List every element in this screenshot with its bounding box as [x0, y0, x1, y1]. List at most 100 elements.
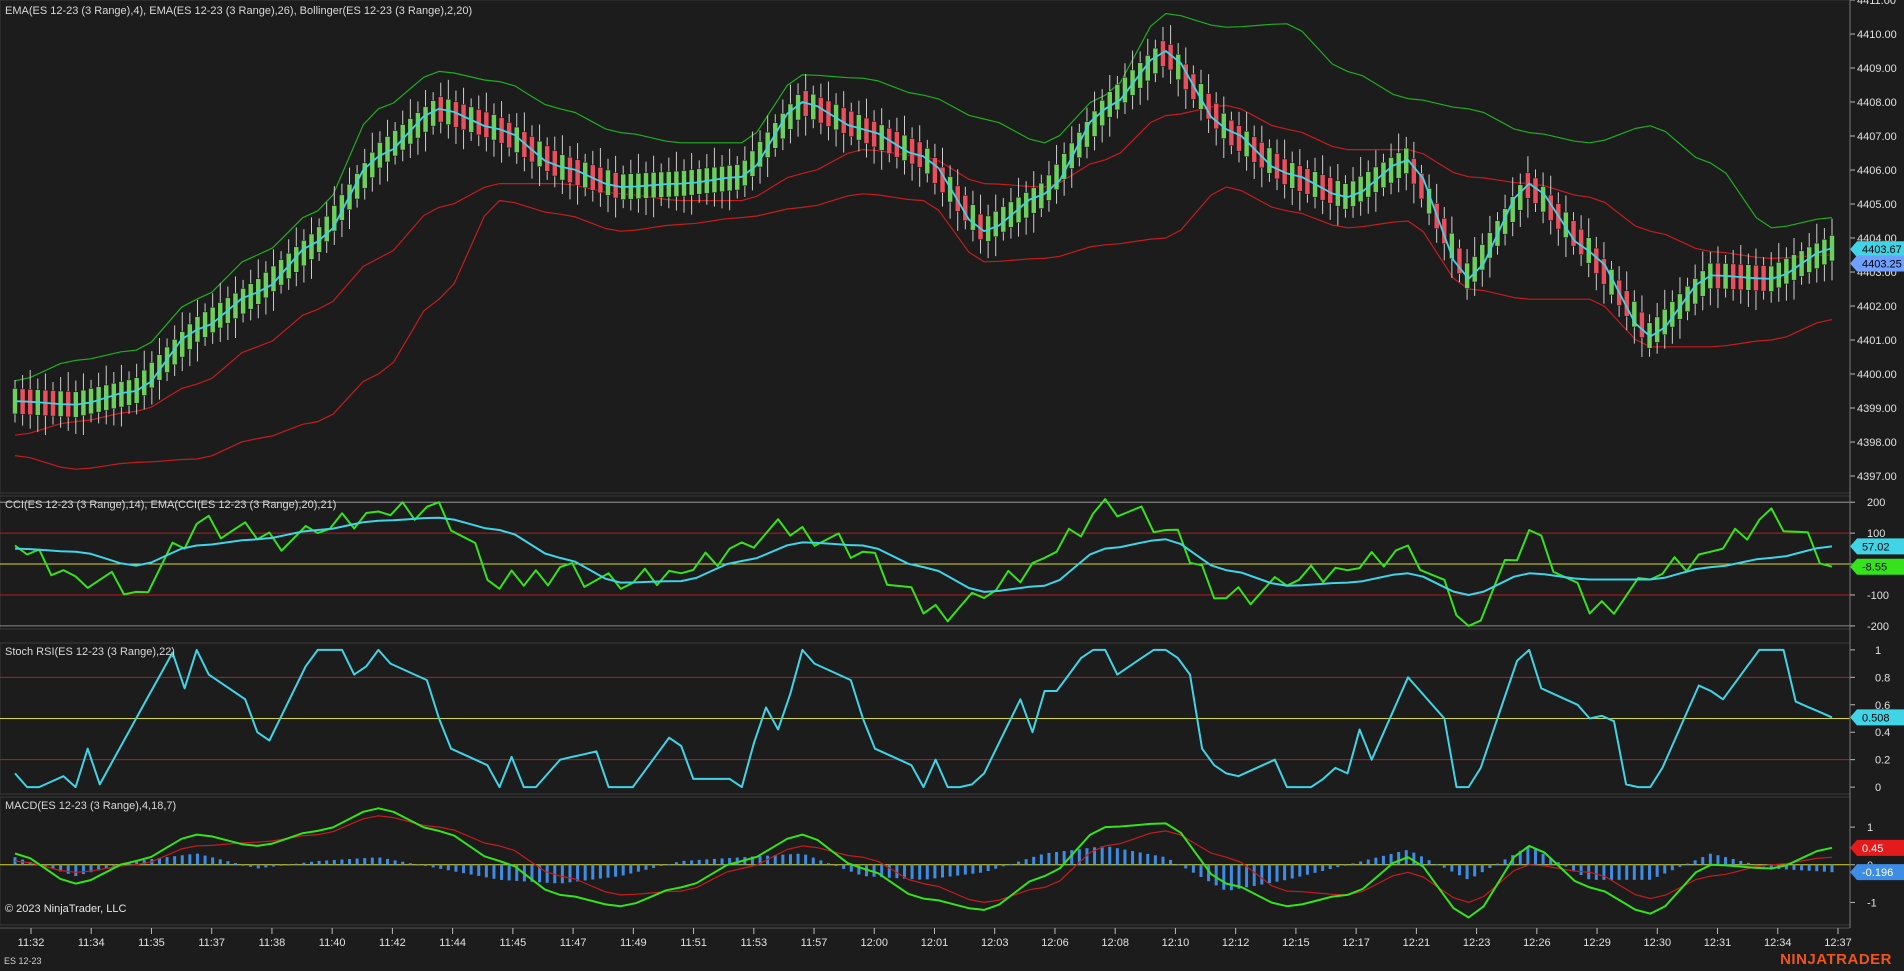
macd-histogram-bar: [1229, 864, 1233, 891]
candle-up: [1335, 180, 1341, 207]
time-tick-label: 11:45: [500, 937, 527, 949]
macd-histogram-bar: [1427, 860, 1431, 865]
time-tick-label: 11:34: [78, 937, 105, 949]
candle-up: [202, 311, 208, 338]
candle-up: [323, 215, 330, 242]
macd-histogram-bar: [667, 864, 671, 866]
macd-histogram-bar: [469, 864, 473, 875]
cci-y-tick: -200: [1867, 621, 1889, 633]
macd-histogram-bar: [1146, 853, 1150, 865]
macd-histogram-bar: [705, 859, 709, 865]
time-tick-label: 12:01: [921, 937, 949, 949]
time-tick-label: 11:44: [439, 937, 466, 949]
macd-histogram-bar: [1374, 857, 1378, 865]
price-y-tick: 4398.00: [1857, 437, 1897, 449]
macd-histogram-bar: [1815, 864, 1819, 872]
candle-down: [848, 110, 855, 137]
macd-histogram-bar: [1343, 864, 1347, 866]
macd-histogram-bar: [1298, 864, 1302, 877]
candle-up: [605, 169, 611, 196]
macd-histogram-bar: [1115, 848, 1119, 865]
macd-histogram-bar: [1495, 863, 1499, 865]
macd-histogram-bar: [887, 864, 891, 878]
macd-histogram-bar: [1442, 864, 1446, 868]
time-tick-label: 12:12: [1222, 937, 1250, 949]
time-tick-label: 12:30: [1644, 937, 1672, 949]
macd-histogram-bar: [1450, 864, 1454, 872]
macd-histogram-bar: [545, 864, 549, 883]
macd-histogram-bar: [325, 860, 329, 865]
macd-histogram-bar: [188, 854, 192, 865]
macd-histogram-bar: [1222, 864, 1226, 890]
macd-histogram-bar: [500, 864, 504, 880]
price-y-tick: 4409.00: [1857, 63, 1897, 75]
candle-up: [240, 288, 246, 315]
macd-histogram-bar: [994, 864, 998, 869]
ninjatrader-logo: NINJATRADER: [1780, 951, 1892, 968]
macd-histogram-bar: [598, 864, 602, 879]
chart-canvas[interactable]: 4397.00 4398.00 4399.00 4400.00 4401.00 4402.…: [0, 0, 1904, 971]
macd-histogram-bar: [309, 861, 313, 865]
price-y-tick: 4411.00: [1857, 0, 1896, 7]
candle-up: [1152, 47, 1159, 74]
candle-up: [1692, 278, 1698, 305]
macd-histogram-bar: [195, 853, 199, 865]
time-tick-label: 12:34: [1764, 937, 1792, 949]
stoch-tag-value-text: 0.508: [1862, 712, 1890, 724]
candle-up: [422, 106, 429, 133]
macd-histogram-bar: [1161, 856, 1165, 865]
macd-histogram-bar: [393, 860, 397, 865]
cci-y-tick: 100: [1867, 528, 1885, 540]
macd-histogram-bar: [1336, 864, 1340, 868]
time-tick-label: 12:15: [1282, 937, 1310, 949]
macd-histogram-bar: [1792, 864, 1796, 870]
candle-up: [1266, 147, 1273, 174]
macd-histogram-bar: [1640, 864, 1644, 880]
candle-down: [544, 145, 550, 172]
macd-y-tick: 1: [1867, 822, 1873, 834]
macd-histogram-bar: [1260, 864, 1264, 885]
macd-histogram-bar: [1632, 864, 1636, 880]
macd-histogram-bar: [1176, 864, 1180, 866]
macd-histogram-bar: [576, 864, 580, 882]
time-tick-label: 11:40: [319, 937, 346, 949]
macd-histogram-bar: [1252, 864, 1256, 886]
macd-histogram-bar: [340, 859, 344, 865]
copyright-text: © 2023 NinjaTrader, LLC: [5, 903, 127, 915]
macd-histogram-bar: [606, 864, 610, 878]
macd-histogram-bar: [819, 860, 823, 865]
stoch-y-tick: 0: [1875, 782, 1881, 794]
time-tick-label: 11:37: [198, 937, 225, 949]
candle-up: [369, 151, 376, 178]
macd-histogram-bar: [1716, 855, 1720, 865]
macd-panel-label: MACD(ES 12-23 (3 Range),4,18,7): [5, 800, 176, 812]
time-tick-label: 12:37: [1824, 937, 1852, 949]
candle-up: [992, 211, 999, 238]
candle-up: [1700, 270, 1706, 297]
macd-histogram-bar: [1572, 864, 1576, 871]
time-tick-label: 11:42: [379, 937, 406, 949]
candle-up: [384, 136, 391, 163]
macd-histogram-bar: [560, 864, 564, 884]
macd-histogram-bar: [1321, 864, 1325, 871]
macd-histogram-bar: [249, 864, 253, 867]
macd-histogram-bar: [621, 864, 625, 876]
macd-histogram-bar: [1435, 863, 1439, 865]
time-tick-label: 12:26: [1523, 937, 1551, 949]
stoch-panel-label: Stoch RSI(ES 12-23 (3 Range),22): [5, 646, 175, 658]
macd-histogram-bar: [386, 858, 390, 865]
stoch-y-tick: 0.2: [1875, 755, 1890, 767]
macd-histogram-bar: [1017, 861, 1021, 865]
candle-up: [1388, 157, 1394, 184]
macd-histogram-bar: [591, 864, 595, 880]
macd-histogram-bar: [294, 863, 298, 865]
time-tick-label: 12:29: [1583, 937, 1611, 949]
macd-histogram-bar: [1594, 864, 1598, 880]
candle-down: [1578, 228, 1584, 255]
macd-histogram-bar: [804, 854, 808, 865]
candle-up: [1114, 84, 1121, 111]
candle-down: [871, 121, 877, 148]
candle-up: [1517, 184, 1524, 211]
macd-histogram-bar: [1465, 864, 1469, 880]
macd-histogram-bar: [203, 855, 207, 865]
